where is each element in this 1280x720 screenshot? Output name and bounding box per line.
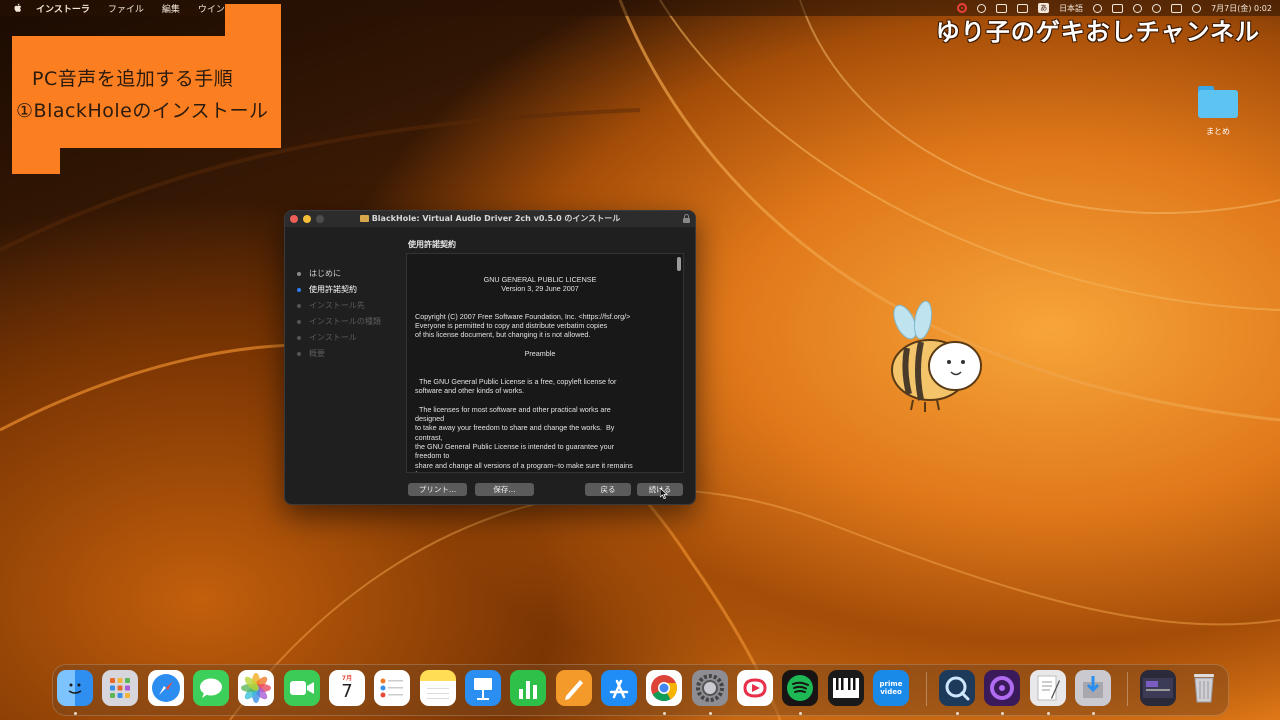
channel-name: ゆり子のゲキおしチャンネル — [935, 18, 1260, 46]
spotify-icon[interactable] — [782, 670, 818, 706]
desktop-folder[interactable]: まとめ — [1196, 86, 1240, 137]
quicktime-icon[interactable] — [939, 670, 975, 706]
license-text-area[interactable]: GNU GENERAL PUBLIC LICENSE Version 3, 29 … — [406, 253, 684, 473]
numbers-icon[interactable] — [510, 670, 546, 706]
window-title: BlackHole: Virtual Audio Driver 2ch v0.5… — [371, 214, 621, 223]
prime-video-label: prime video — [879, 680, 903, 696]
youtube-studio-icon[interactable] — [737, 670, 773, 706]
print-button[interactable]: プリント... — [408, 483, 467, 496]
step-label: インストールの種類 — [309, 317, 381, 326]
messages-icon[interactable] — [193, 670, 229, 706]
calendar-icon[interactable]: 7月 7 — [329, 670, 365, 706]
settings-running-indicator — [709, 712, 712, 715]
video-app-icon[interactable] — [984, 670, 1020, 706]
facetime-icon[interactable] — [284, 670, 320, 706]
license-version: Version 3, 29 June 2007 — [501, 283, 579, 293]
save-button[interactable]: 保存... — [475, 483, 534, 496]
title-card-bg-top — [225, 4, 281, 44]
license-title: GNU GENERAL PUBLIC LICENSE — [483, 274, 597, 284]
mouse-cursor-icon — [660, 488, 668, 499]
desktop-folder-label: まとめ — [1206, 127, 1230, 136]
license-paragraph-1: The GNU General Public License is a free… — [415, 376, 617, 396]
launchpad-icon[interactable] — [102, 670, 138, 706]
license-text: GNU GENERAL PUBLIC LICENSE Version 3, 29 … — [415, 256, 665, 472]
trash-icon[interactable] — [1186, 670, 1222, 706]
pages-icon[interactable] — [556, 670, 592, 706]
step-label: 使用許諾契約 — [309, 285, 357, 294]
step-label: 概要 — [309, 349, 325, 358]
step-bullet-icon — [297, 319, 301, 324]
safari-icon[interactable] — [148, 670, 184, 706]
step-bullet-icon — [297, 351, 301, 356]
textedit-icon[interactable] — [1030, 670, 1066, 706]
app-store-icon[interactable] — [601, 670, 637, 706]
chrome-icon[interactable] — [646, 670, 682, 706]
step-license: 使用許諾契約 — [297, 284, 357, 295]
section-heading: 使用許諾契約 — [408, 240, 456, 249]
step-label: インストール — [309, 333, 357, 342]
window-titlebar[interactable]: BlackHole: Virtual Audio Driver 2ch v0.5… — [285, 211, 695, 227]
title-card-bg-main — [12, 36, 281, 148]
installer-window: BlackHole: Virtual Audio Driver 2ch v0.5… — [284, 210, 696, 505]
step-destination: インストール先 — [297, 300, 365, 311]
reminders-icon[interactable] — [374, 670, 410, 706]
license-paragraph-2: The licenses for most software and other… — [415, 404, 633, 472]
installer-steps-sidebar: はじめに 使用許諾契約 インストール先 インストールの種類 インストール 概要 — [285, 227, 403, 485]
lock-icon — [683, 214, 690, 223]
installer-running-indicator — [1092, 712, 1095, 715]
license-scrollbar[interactable] — [677, 257, 681, 271]
screenshot-thumbnail-icon[interactable] — [1140, 670, 1176, 706]
notes-icon[interactable] — [420, 670, 456, 706]
finder-icon[interactable] — [57, 670, 93, 706]
title-card-line2: ①BlackHoleのインストール — [16, 100, 269, 122]
step-install-type: インストールの種類 — [297, 316, 381, 327]
package-icon — [359, 215, 369, 222]
chrome-running-indicator — [663, 712, 666, 715]
piano-app-icon[interactable] — [828, 670, 864, 706]
calendar-day: 7 — [341, 681, 353, 702]
back-button[interactable]: 戻る — [585, 483, 631, 496]
textedit-running-indicator — [1047, 712, 1050, 715]
bee-mascot — [891, 300, 982, 412]
step-label: インストール先 — [309, 301, 365, 310]
step-summary: 概要 — [297, 348, 325, 359]
license-copyright: Copyright (C) 2007 Free Software Foundat… — [415, 311, 631, 340]
video-app-running-indicator — [1001, 712, 1004, 715]
step-introduction: はじめに — [297, 268, 341, 279]
quicktime-running-indicator — [956, 712, 959, 715]
tutorial-title-card: PC音声を追加する手順 ①BlackHoleのインストール — [12, 4, 282, 174]
step-bullet-icon — [297, 287, 301, 292]
step-bullet-icon — [297, 303, 301, 308]
step-bullet-icon — [297, 271, 301, 276]
photos-icon[interactable] — [238, 670, 274, 706]
prime-video-icon[interactable]: prime video — [873, 670, 909, 706]
dock-separator — [926, 672, 927, 706]
step-install: インストール — [297, 332, 357, 343]
installer-app-icon[interactable] — [1075, 670, 1111, 706]
finder-running-indicator — [74, 712, 77, 715]
step-label: はじめに — [309, 269, 341, 278]
dock-separator — [1127, 672, 1128, 706]
title-card-line1: PC音声を追加する手順 — [32, 68, 234, 90]
step-bullet-icon — [297, 335, 301, 340]
spotify-running-indicator — [799, 712, 802, 715]
window-title-wrap: BlackHole: Virtual Audio Driver 2ch v0.5… — [285, 213, 695, 224]
keynote-icon[interactable] — [465, 670, 501, 706]
folder-icon — [1198, 86, 1238, 118]
license-preamble-heading: Preamble — [524, 348, 556, 358]
system-settings-icon[interactable] — [692, 670, 728, 706]
